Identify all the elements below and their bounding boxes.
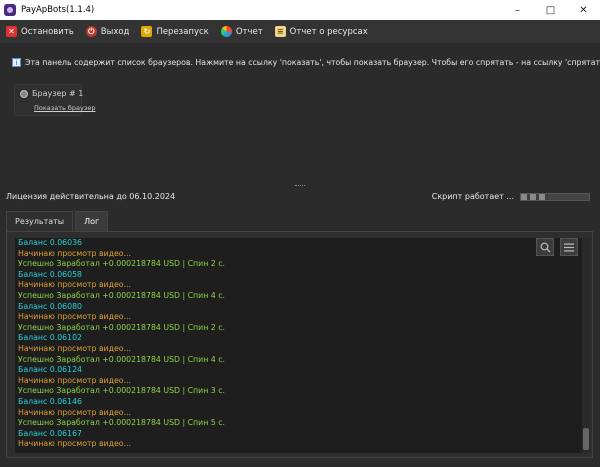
- tab-log[interactable]: Лог: [75, 211, 109, 231]
- restart-icon: ↻: [141, 26, 153, 37]
- log-line: Баланс 0.06102: [18, 333, 82, 343]
- log-line: Баланс 0.06080: [18, 301, 82, 311]
- script-status: Скрипт работает ...: [432, 192, 590, 201]
- minimize-button[interactable]: –: [501, 0, 534, 20]
- close-button[interactable]: ✕: [567, 0, 600, 20]
- restart-button[interactable]: ↻ Перезапуск: [141, 26, 209, 37]
- show-browser-link[interactable]: Показать браузер: [34, 104, 95, 112]
- log-line: Успешно Заработал +0.000218784 USD | Спи…: [18, 290, 226, 300]
- restart-label: Перезапуск: [156, 26, 209, 37]
- log-line: Начинаю просмотр видео...: [18, 439, 132, 449]
- status-text: Скрипт работает ...: [431, 192, 514, 201]
- info-icon: i: [12, 58, 21, 67]
- browser-card: Браузер # 1 Показать браузер: [14, 84, 95, 116]
- toolbar: ✕ Остановить ⏻ Выход ↻ Перезапуск Отчет …: [0, 20, 600, 44]
- panel-splitter[interactable]: [295, 185, 305, 187]
- minimize-icon: –: [515, 4, 520, 16]
- info-message: i Эта панель содержит список браузеров. …: [12, 58, 600, 67]
- log-line: Успешно Заработал +0.000218784 USD | Спи…: [18, 322, 226, 332]
- log-line: Начинаю просмотр видео...: [18, 312, 132, 322]
- search-icon: [540, 242, 550, 252]
- window-title: PayApBots(1.1.4): [21, 5, 95, 15]
- browser-icon: [20, 90, 28, 98]
- stop-label: Остановить: [21, 26, 74, 37]
- log-line: Начинаю просмотр видео...: [18, 375, 132, 385]
- close-icon: ✕: [579, 4, 588, 16]
- log-scrollbar[interactable]: [582, 238, 590, 453]
- log-line: Баланс 0.06146: [18, 396, 82, 406]
- log-line: Баланс 0.06167: [18, 428, 82, 438]
- log-line: Начинаю просмотр видео...: [18, 280, 132, 290]
- document-icon: ≡: [274, 26, 286, 37]
- scroll-thumb[interactable]: [583, 428, 589, 450]
- app-logo-icon: [4, 4, 16, 16]
- power-icon: ⏻: [85, 26, 97, 37]
- log-line: Успешно Заработал +0.000218784 USD | Спи…: [18, 354, 226, 364]
- log-tools: [530, 238, 578, 256]
- license-text: Лицензия действительна до 06.10.2024: [6, 192, 176, 201]
- pie-chart-icon: [220, 26, 232, 37]
- title-bar: PayApBots(1.1.4) – □ ✕: [0, 0, 600, 20]
- log-line: Баланс 0.06124: [18, 365, 82, 375]
- tab-bar: Результаты Лог: [6, 211, 110, 231]
- stop-button[interactable]: ✕ Остановить: [6, 26, 74, 37]
- log-line: Баланс 0.06036: [18, 238, 82, 247]
- exit-button[interactable]: ⏻ Выход: [85, 26, 130, 37]
- progress-bar: [520, 192, 590, 201]
- menu-button[interactable]: [560, 238, 578, 256]
- menu-icon: [564, 243, 574, 251]
- stop-icon: ✕: [6, 26, 17, 37]
- info-text: Эта панель содержит список браузеров. На…: [25, 58, 600, 67]
- log-output: Баланс 0.06036 Начинаю просмотр видео... У…: [15, 238, 582, 453]
- tab-results[interactable]: Результаты: [6, 211, 74, 231]
- maximize-button[interactable]: □: [534, 0, 567, 20]
- log-line: Баланс 0.06058: [18, 269, 82, 279]
- log-panel: Баланс 0.06036 Начинаю просмотр видео... У…: [6, 231, 593, 458]
- log-line: Начинаю просмотр видео...: [18, 343, 132, 353]
- browser-title: Браузер # 1: [32, 89, 84, 98]
- window-controls: – □ ✕: [501, 0, 600, 20]
- log-line: Успешно Заработал +0.000218784 USD | Спи…: [18, 386, 226, 396]
- report-label: Отчет: [235, 26, 263, 37]
- resource-report-label: Отчет о ресурсах: [289, 26, 368, 37]
- resource-report-button[interactable]: ≡ Отчет о ресурсах: [274, 26, 368, 37]
- exit-label: Выход: [100, 26, 130, 37]
- log-line: Начинаю просмотр видео...: [18, 248, 132, 258]
- log-line: Успешно Заработал +0.000218784 USD | Спи…: [18, 259, 226, 269]
- progress-fill: [521, 193, 549, 200]
- report-button[interactable]: Отчет: [220, 26, 263, 37]
- search-button[interactable]: [536, 238, 554, 256]
- maximize-icon: □: [545, 4, 556, 16]
- log-line: Успешно Заработал +0.000218784 USD | Спи…: [18, 418, 226, 428]
- log-line: Начинаю просмотр видео...: [18, 407, 132, 417]
